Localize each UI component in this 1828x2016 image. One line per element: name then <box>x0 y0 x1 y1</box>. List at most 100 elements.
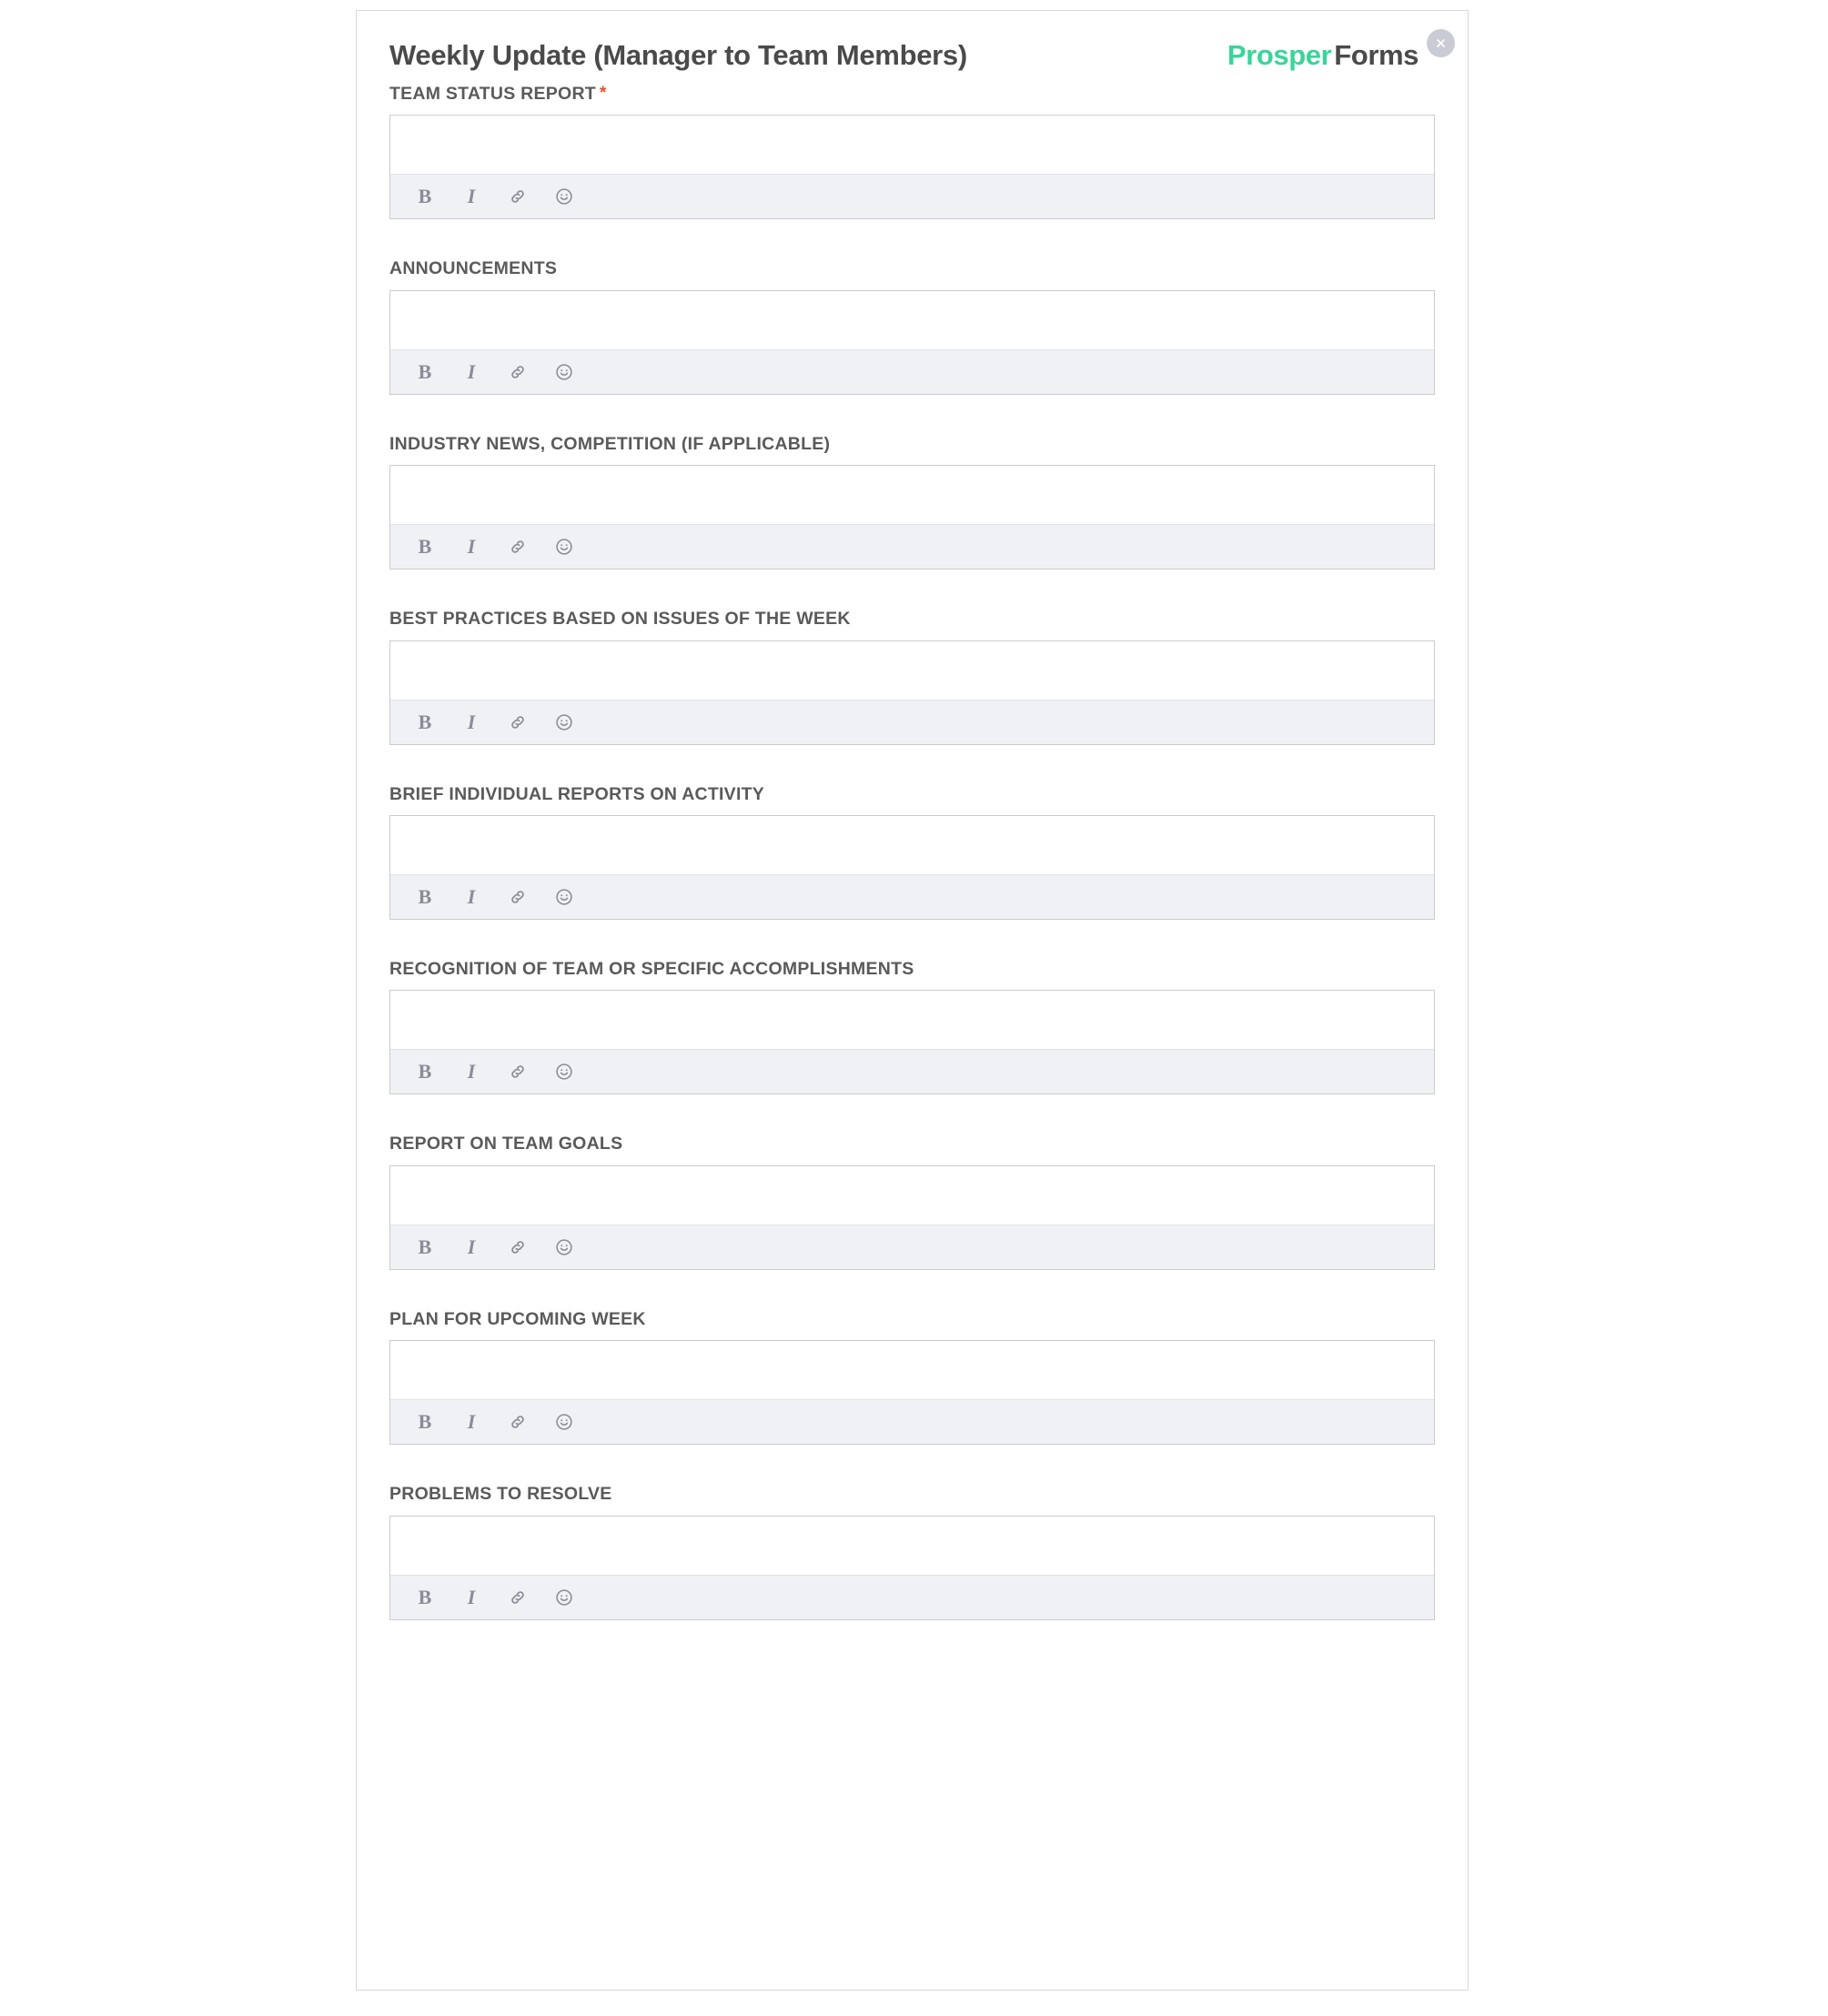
bold-icon[interactable]: B <box>414 1587 436 1608</box>
editor-toolbar: B I <box>390 1399 1434 1445</box>
field-label-text: PROBLEMS TO RESOLVE <box>389 1484 612 1505</box>
emoji-icon[interactable] <box>553 711 575 733</box>
bold-icon[interactable]: B <box>414 361 436 383</box>
editor-toolbar: B I <box>390 1574 1434 1619</box>
emoji-icon[interactable] <box>553 1587 575 1608</box>
editor-toolbar: B I <box>390 1049 1434 1094</box>
prosperforms-logo: ProsperForms <box>1227 39 1435 71</box>
rich-text-editor: B I <box>389 640 1435 745</box>
rich-text-editor: B I <box>389 115 1435 220</box>
field-label-text: INDUSTRY NEWS, COMPETITION (IF APPLICABL… <box>389 433 831 454</box>
italic-icon[interactable]: I <box>460 536 482 558</box>
link-icon[interactable] <box>507 886 529 908</box>
required-asterisk <box>612 1485 616 1504</box>
editor-toolbar: B I <box>390 1224 1434 1269</box>
italic-icon[interactable]: I <box>460 886 482 908</box>
field-label-text: BEST PRACTICES BASED ON ISSUES OF THE WE… <box>389 609 851 630</box>
emoji-icon[interactable] <box>553 536 575 558</box>
link-icon[interactable] <box>507 361 529 383</box>
field-input-4[interactable] <box>390 815 1434 874</box>
form-inner: Weekly Update (Manager to Team Members) … <box>357 11 1468 1990</box>
field-input-1[interactable] <box>390 290 1434 349</box>
link-icon[interactable] <box>507 186 529 207</box>
field-spacer <box>389 1445 1435 1484</box>
field-label-text: PLAN FOR UPCOMING WEEK <box>389 1308 646 1329</box>
weekly-update-form-card: Weekly Update (Manager to Team Members) … <box>356 10 1469 1991</box>
emoji-icon[interactable] <box>553 1236 575 1258</box>
italic-icon[interactable]: I <box>460 361 482 383</box>
italic-icon[interactable]: I <box>460 711 482 733</box>
field-input-3[interactable] <box>390 640 1434 700</box>
form-field-6: REPORT ON TEAM GOALS B I <box>389 1134 1435 1270</box>
italic-icon[interactable]: I <box>460 186 482 207</box>
form-field-2: INDUSTRY NEWS, COMPETITION (IF APPLICABL… <box>389 434 1435 570</box>
form-header: Weekly Update (Manager to Team Members) … <box>389 29 1455 83</box>
link-icon[interactable] <box>507 536 529 558</box>
close-icon <box>1437 39 1445 47</box>
field-input-5[interactable] <box>390 991 1434 1050</box>
field-spacer <box>389 1270 1435 1309</box>
form-fields-list: TEAM STATUS REPORT * B I ANNOUNCEMENTS B… <box>389 83 1435 1638</box>
italic-icon[interactable]: I <box>460 1587 482 1608</box>
emoji-icon[interactable] <box>553 886 575 908</box>
italic-icon[interactable]: I <box>460 1236 482 1258</box>
field-label: PLAN FOR UPCOMING WEEK <box>389 1309 1435 1340</box>
bold-icon[interactable]: B <box>414 711 436 733</box>
emoji-icon[interactable] <box>553 186 575 207</box>
link-icon[interactable] <box>507 1587 529 1608</box>
bold-icon[interactable]: B <box>414 1061 436 1083</box>
bold-icon[interactable]: B <box>414 186 436 207</box>
field-spacer <box>389 219 1435 258</box>
rich-text-editor: B I <box>389 1340 1435 1446</box>
required-asterisk <box>646 1309 650 1328</box>
bold-icon[interactable]: B <box>414 1411 436 1433</box>
logo-text-forms: Forms <box>1334 39 1419 71</box>
bold-icon[interactable]: B <box>414 886 436 908</box>
field-label-text: REPORT ON TEAM GOALS <box>389 1134 623 1154</box>
field-spacer <box>389 1094 1435 1134</box>
rich-text-editor: B I <box>389 814 1435 920</box>
field-spacer <box>389 1620 1435 1638</box>
field-label: TEAM STATUS REPORT * <box>389 83 1435 115</box>
rich-text-editor: B I <box>389 289 1435 395</box>
field-input-2[interactable] <box>390 466 1434 525</box>
field-label-text: TEAM STATUS REPORT <box>389 84 596 104</box>
link-icon[interactable] <box>507 1236 529 1258</box>
form-field-0: TEAM STATUS REPORT * B I <box>389 83 1435 220</box>
italic-icon[interactable]: I <box>460 1411 482 1433</box>
bold-icon[interactable]: B <box>414 536 436 558</box>
field-label: BEST PRACTICES BASED ON ISSUES OF THE WE… <box>389 609 1435 640</box>
emoji-icon[interactable] <box>553 361 575 383</box>
required-asterisk <box>557 259 561 278</box>
italic-icon[interactable]: I <box>460 1061 482 1083</box>
link-icon[interactable] <box>507 1411 529 1433</box>
page-title: Weekly Update (Manager to Team Members) <box>389 39 967 71</box>
close-button[interactable] <box>1427 29 1455 57</box>
field-label-text: ANNOUNCEMENTS <box>389 258 558 279</box>
editor-toolbar: B I <box>390 348 1434 394</box>
field-input-7[interactable] <box>390 1341 1434 1400</box>
bold-icon[interactable]: B <box>414 1236 436 1258</box>
editor-toolbar: B I <box>390 174 1434 219</box>
form-field-1: ANNOUNCEMENTS B I <box>389 258 1435 395</box>
required-asterisk <box>830 434 833 453</box>
rich-text-editor: B I <box>389 1164 1435 1270</box>
field-spacer <box>389 745 1435 784</box>
required-asterisk <box>851 610 854 629</box>
field-spacer <box>389 395 1435 434</box>
form-field-3: BEST PRACTICES BASED ON ISSUES OF THE WE… <box>389 609 1435 745</box>
link-icon[interactable] <box>507 1061 529 1083</box>
emoji-icon[interactable] <box>553 1061 575 1083</box>
field-input-6[interactable] <box>390 1165 1434 1225</box>
field-input-0[interactable] <box>390 116 1434 175</box>
emoji-icon[interactable] <box>553 1411 575 1433</box>
field-input-8[interactable] <box>390 1516 1434 1575</box>
field-label: PROBLEMS TO RESOLVE <box>389 1484 1435 1515</box>
field-label: RECOGNITION OF TEAM OR SPECIFIC ACCOMPLI… <box>389 959 1435 990</box>
rich-text-editor: B I <box>389 465 1435 570</box>
field-spacer <box>389 570 1435 609</box>
field-label-text: RECOGNITION OF TEAM OR SPECIFIC ACCOMPLI… <box>389 958 914 979</box>
rich-text-editor: B I <box>389 990 1435 1095</box>
link-icon[interactable] <box>507 711 529 733</box>
required-asterisk <box>914 959 918 978</box>
